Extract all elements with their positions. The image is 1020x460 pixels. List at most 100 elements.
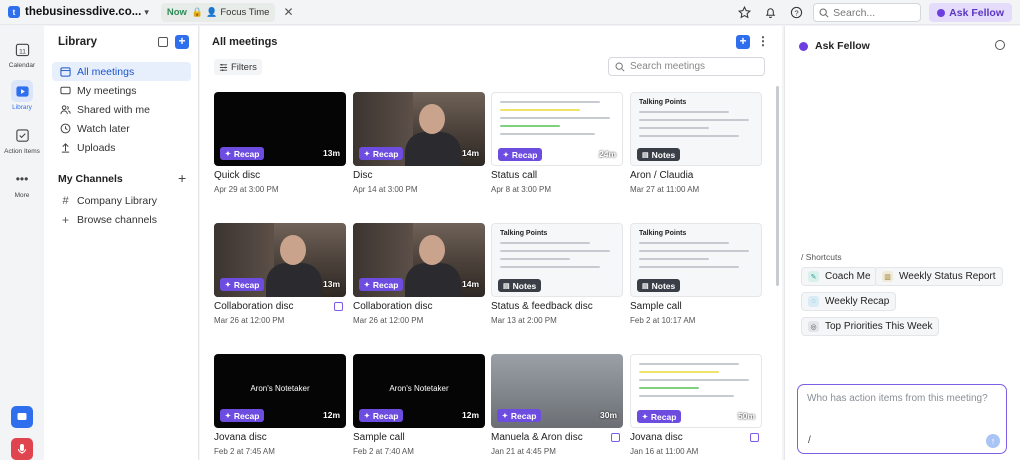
rail-item-more[interactable]: ••• More xyxy=(0,168,44,199)
more-options-icon[interactable]: ⋮ xyxy=(757,34,769,48)
meeting-card[interactable]: Talking Points ▤ Notes Status & feedback di… xyxy=(491,223,623,333)
shortcut-top-priorities[interactable]: ◎ Top Priorities This Week xyxy=(801,317,940,336)
meeting-thumbnail[interactable]: Talking Points ▤ Notes xyxy=(491,223,623,297)
meeting-title[interactable]: Collaboration disc xyxy=(214,301,294,312)
rail-label-action-items: Action Items xyxy=(4,148,40,155)
notes-icon: ▤ xyxy=(642,151,649,159)
meeting-thumbnail[interactable]: Talking Points ▤ Notes xyxy=(630,92,762,166)
meeting-card[interactable]: ✦ Recap 13m Collaboration disc Mar 26 at 12:… xyxy=(214,223,346,333)
meeting-thumbnail[interactable]: ✦ Recap 14m xyxy=(353,92,485,166)
meeting-title[interactable]: Status call xyxy=(491,170,537,181)
scrollbar[interactable] xyxy=(776,86,779,286)
chat-icon[interactable] xyxy=(11,406,33,428)
channel-browse-channels[interactable]: + Browse channels xyxy=(52,210,191,229)
meeting-title[interactable]: Jovana disc xyxy=(214,432,267,443)
meeting-card[interactable]: ✦ Recap 30m Manuela & Aron disc Jan 21 at 4:… xyxy=(491,354,623,460)
workspace-name[interactable]: thebusinessdive.co... xyxy=(25,6,141,18)
meeting-thumbnail[interactable]: Talking Points ▤ Notes xyxy=(630,223,762,297)
meeting-title[interactable]: Jovana disc xyxy=(630,432,683,443)
rail-item-action-items[interactable]: Action Items xyxy=(0,124,44,155)
meeting-card[interactable]: Aron's Notetaker ✦ Recap 12m Sample call Feb … xyxy=(353,354,485,460)
bell-icon[interactable] xyxy=(761,4,779,22)
shortcut-label: Weekly Recap xyxy=(825,296,890,307)
workspace-logo-icon[interactable]: t xyxy=(8,6,20,18)
search-icon xyxy=(615,62,625,72)
meeting-title[interactable]: Sample call xyxy=(630,301,682,312)
global-search-input[interactable]: Search... xyxy=(813,3,922,22)
rail-item-calendar[interactable]: 11 Calendar xyxy=(0,38,44,69)
filters-button[interactable]: Filters xyxy=(214,59,262,75)
meeting-title[interactable]: Disc xyxy=(353,170,372,181)
focus-time-label: Focus Time xyxy=(220,6,270,18)
nav-all-meetings[interactable]: All meetings xyxy=(52,62,191,81)
history-icon[interactable] xyxy=(995,40,1005,50)
star-icon[interactable] xyxy=(735,4,753,22)
left-rail: 11 Calendar Library Action Items ••• Mor… xyxy=(0,26,44,460)
screen-line xyxy=(500,101,600,103)
new-meeting-button[interactable]: + xyxy=(736,35,750,49)
doc-line xyxy=(639,266,739,268)
nav-shared-with-me[interactable]: Shared with me xyxy=(52,100,191,119)
note-icon[interactable] xyxy=(611,433,620,442)
channel-company-library[interactable]: # Company Library xyxy=(52,191,191,210)
meeting-card[interactable]: Aron's Notetaker ✦ Recap 12m Jovana disc Feb … xyxy=(214,354,346,460)
meetings-search-input[interactable]: Search meetings xyxy=(608,57,765,76)
slash-hint: / xyxy=(808,435,811,446)
nav-my-meetings[interactable]: My meetings xyxy=(52,81,191,100)
thumbnail-body xyxy=(405,132,461,166)
meeting-date: Mar 13 at 2:00 PM xyxy=(491,316,557,325)
badge-label: Notes xyxy=(512,280,537,291)
add-library-button[interactable]: + xyxy=(175,35,189,49)
meeting-thumbnail[interactable]: ✦ Recap 30m xyxy=(491,354,623,428)
recap-badge: ✦ Recap xyxy=(220,147,265,160)
add-channel-button[interactable]: + xyxy=(178,170,186,186)
main-content: All meetings + ⋮ Filters Search meetings… xyxy=(200,26,782,460)
meeting-card[interactable]: Talking Points ▤ Notes Sample call Feb 2 at … xyxy=(630,223,762,333)
meeting-title[interactable]: Manuela & Aron disc xyxy=(491,432,583,443)
note-icon[interactable] xyxy=(750,433,759,442)
meeting-title[interactable]: Quick disc xyxy=(214,170,260,181)
chevron-down-icon[interactable]: ▾ xyxy=(144,7,149,18)
meeting-card[interactable]: ✦ Recap 50m Jovana disc Jan 16 at 11:00 AM xyxy=(630,354,762,460)
badge-label: Recap xyxy=(372,410,399,421)
shortcut-coach-me[interactable]: ✎ Coach Me xyxy=(801,267,878,286)
meeting-thumbnail[interactable]: ✦ Recap 14m xyxy=(353,223,485,297)
video-icon xyxy=(60,85,71,96)
meeting-title[interactable]: Aron / Claudia xyxy=(630,170,693,181)
send-icon[interactable]: ↑ xyxy=(986,434,1000,448)
meeting-thumbnail[interactable]: ✦ Recap 13m xyxy=(214,92,346,166)
recap-badge: ✦ Recap xyxy=(359,147,404,160)
meeting-date: Feb 2 at 7:40 AM xyxy=(353,447,414,456)
ask-fellow-button[interactable]: Ask Fellow xyxy=(929,3,1012,22)
notes-badge: ▤ Notes xyxy=(637,148,681,161)
meeting-title[interactable]: Collaboration disc xyxy=(353,301,433,312)
meeting-card[interactable]: ✦ Recap 13m Quick disc Apr 29 at 3:00 PM xyxy=(214,92,346,202)
ask-fellow-input[interactable]: Who has action items from this meeting? … xyxy=(797,384,1007,454)
note-icon[interactable] xyxy=(334,302,343,311)
microphone-icon[interactable] xyxy=(11,438,33,460)
filters-label: Filters xyxy=(231,61,257,73)
help-icon[interactable]: ? xyxy=(787,4,805,22)
meeting-card[interactable]: ✦ Recap 14m Collaboration disc Mar 26 at 12:… xyxy=(353,223,485,333)
meeting-card[interactable]: ✦ Recap 14m Disc Apr 14 at 3:00 PM xyxy=(353,92,485,202)
notes-icon: ▤ xyxy=(503,282,510,290)
rail-item-library[interactable]: Library xyxy=(0,80,44,111)
now-pill[interactable]: Now 🔒 👤 Focus Time xyxy=(160,2,276,22)
nav-watch-later[interactable]: Watch later xyxy=(52,119,191,138)
meeting-card[interactable]: ✦ Recap 24m Status call Apr 8 at 3:00 PM xyxy=(491,92,623,202)
meeting-date: Jan 16 at 11:00 AM xyxy=(630,447,699,456)
meeting-title[interactable]: Sample call xyxy=(353,432,405,443)
meeting-thumbnail[interactable]: Aron's Notetaker ✦ Recap 12m xyxy=(353,354,485,428)
nav-uploads[interactable]: Uploads xyxy=(52,138,191,157)
now-label: Now xyxy=(166,6,187,18)
meeting-thumbnail[interactable]: ✦ Recap 24m xyxy=(491,92,623,166)
meeting-thumbnail[interactable]: Aron's Notetaker ✦ Recap 12m xyxy=(214,354,346,428)
meeting-card[interactable]: Talking Points ▤ Notes Aron / Claudia Mar 27… xyxy=(630,92,762,202)
close-icon[interactable]: ✕ xyxy=(283,5,293,19)
meeting-thumbnail[interactable]: ✦ Recap 50m xyxy=(630,354,762,428)
collapse-sidebar-icon[interactable] xyxy=(158,37,168,47)
shortcut-weekly-status-report[interactable]: ▥ Weekly Status Report xyxy=(875,267,1003,286)
shortcut-weekly-recap[interactable]: ◌ Weekly Recap xyxy=(801,292,897,311)
meeting-thumbnail[interactable]: ✦ Recap 13m xyxy=(214,223,346,297)
meeting-title[interactable]: Status & feedback disc xyxy=(491,301,593,312)
